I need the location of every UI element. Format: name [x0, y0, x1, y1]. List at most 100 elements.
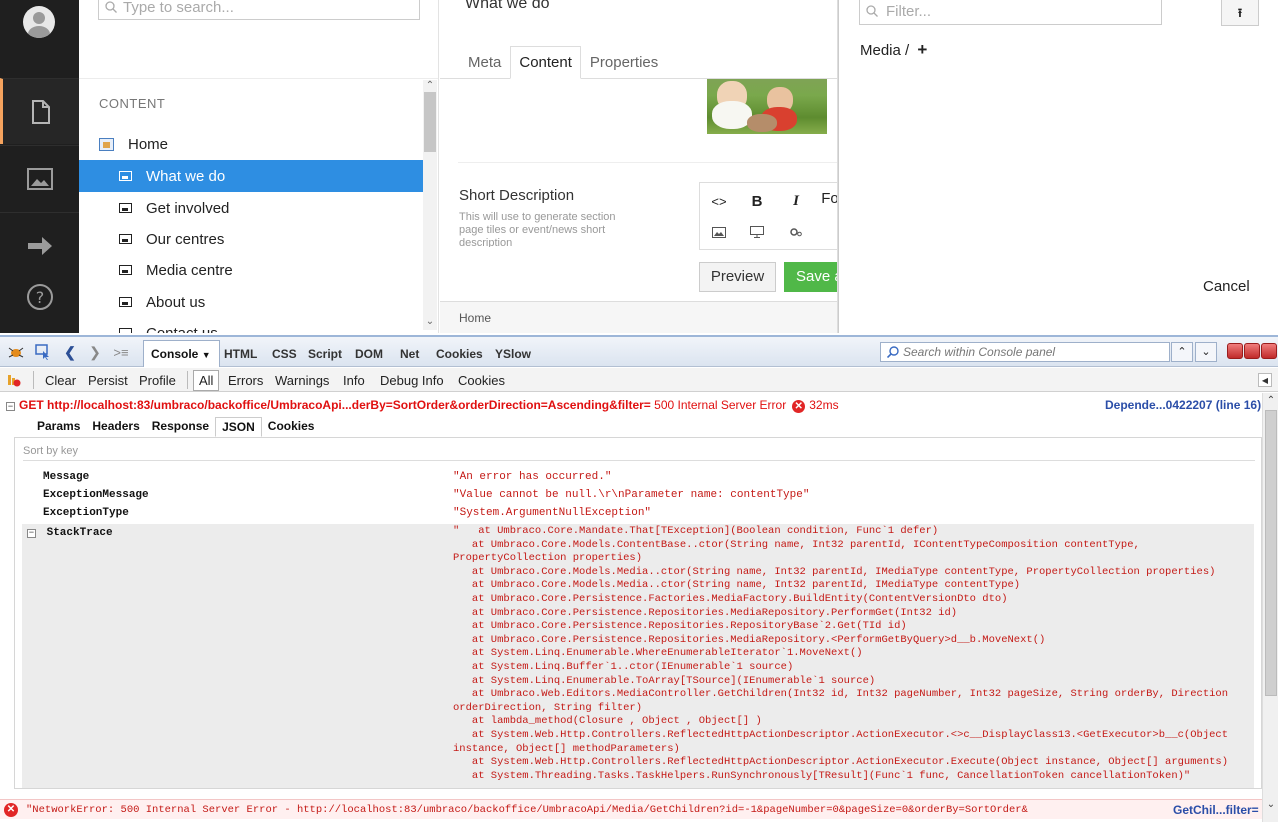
console-scrollbar[interactable]: ⌃ ⌄ — [1262, 393, 1278, 822]
content-tree-panel: Type to search... CONTENT Home What we d… — [79, 0, 439, 333]
request-status: 500 Internal Server Error — [654, 398, 787, 412]
tree-item-what-we-do[interactable]: What we do — [79, 160, 423, 192]
tab-content[interactable]: Content — [510, 46, 581, 79]
filter-info[interactable]: Info — [343, 373, 365, 388]
preview-button[interactable]: Preview — [699, 262, 776, 292]
media-root-link[interactable]: Media / — [860, 42, 909, 59]
expand-panel-icon[interactable]: ◀ — [1258, 373, 1272, 387]
json-key-exception-message: ExceptionMessage — [43, 489, 149, 501]
tab-console-label: Console — [151, 347, 199, 361]
tab-console[interactable]: Console ▼ — [143, 340, 220, 367]
avatar[interactable] — [23, 6, 55, 38]
source-code-button[interactable]: <> — [703, 186, 735, 216]
request-source-link[interactable]: Depende...0422207 (line 16) — [1105, 398, 1261, 412]
profile-button[interactable]: Profile — [139, 373, 176, 388]
tab-meta[interactable]: Meta — [459, 46, 510, 79]
console-search-placeholder: Search within Console panel — [903, 345, 1056, 359]
tab-headers[interactable]: Headers — [86, 417, 145, 437]
tree-item-about-us[interactable]: About us — [79, 286, 423, 318]
detach-icon[interactable] — [1244, 343, 1260, 359]
divider — [23, 460, 1255, 461]
firebug-devtools: ❮ ❯ >≡ Console ▼ HTML CSS Script DOM Net… — [0, 335, 1278, 822]
scroll-up-icon[interactable]: ⌃ — [1263, 395, 1278, 406]
firebug-bug-icon[interactable] — [8, 344, 24, 360]
bold-button[interactable]: B — [741, 186, 773, 216]
clear-button[interactable]: Clear — [45, 373, 76, 388]
tab-script[interactable]: Script — [308, 347, 342, 361]
collapse-icon[interactable]: − — [27, 529, 36, 538]
filter-errors[interactable]: Errors — [228, 373, 263, 388]
macro-icon[interactable] — [780, 217, 812, 247]
tab-yslow[interactable]: YSlow — [495, 347, 531, 361]
tab-json[interactable]: JSON — [215, 417, 262, 437]
filter-warnings[interactable]: Warnings — [275, 373, 329, 388]
sort-by-key-toggle[interactable]: Sort by key — [23, 445, 78, 457]
media-thumbnail[interactable] — [707, 79, 827, 134]
scroll-down-icon[interactable]: ⌄ — [1263, 799, 1278, 810]
back-icon[interactable]: ❮ — [62, 344, 78, 360]
network-error-row[interactable]: ✕ "NetworkError: 500 Internal Server Err… — [0, 799, 1262, 819]
request-row[interactable]: − GET http://localhost:83/umbraco/backoff… — [6, 398, 839, 413]
tab-html[interactable]: HTML — [224, 347, 257, 361]
minimize-icon[interactable] — [1227, 343, 1243, 359]
search-next-icon[interactable]: ⌄ — [1195, 342, 1217, 362]
json-value-exception-type: "System.ArgumentNullException" — [453, 507, 652, 519]
help-nav[interactable]: ? — [0, 264, 79, 330]
forward-icon[interactable]: ❯ — [87, 344, 103, 360]
tab-response[interactable]: Response — [146, 417, 215, 437]
tab-properties[interactable]: Properties — [581, 46, 667, 79]
tree-item-label: Contact us — [146, 324, 218, 334]
collapse-icon[interactable]: − — [6, 402, 15, 411]
tab-response-cookies[interactable]: Cookies — [262, 417, 321, 437]
error-icon: ✕ — [4, 803, 18, 817]
media-section-nav[interactable] — [0, 145, 79, 211]
network-error-source-link[interactable]: GetChil...filter= — [1173, 803, 1259, 817]
network-error-text: "NetworkError: 500 Internal Server Error… — [26, 804, 1028, 816]
tree-search-input[interactable]: Type to search... — [98, 0, 420, 20]
italic-button[interactable]: I — [780, 186, 812, 216]
page-icon — [119, 297, 132, 307]
request-method: GET — [19, 398, 44, 412]
editor-tabs: Meta Content Properties — [459, 46, 667, 79]
tab-cookies[interactable]: Cookies — [436, 347, 483, 361]
close-icon[interactable] — [1261, 343, 1277, 359]
filter-cookies[interactable]: Cookies — [458, 373, 505, 388]
add-folder-icon[interactable]: + — [917, 40, 927, 59]
scroll-up-icon[interactable]: ⌃ — [424, 80, 436, 92]
tree-item-label: Home — [128, 135, 169, 153]
content-section-nav[interactable] — [0, 78, 79, 144]
tree-item-get-involved[interactable]: Get involved — [79, 192, 423, 224]
tree-item-home[interactable]: Home — [79, 128, 423, 160]
cancel-button[interactable]: Cancel — [1203, 278, 1250, 295]
console-scrollbar-thumb[interactable] — [1265, 410, 1277, 696]
tree-section-title: CONTENT — [99, 96, 166, 111]
search-prev-icon[interactable]: ⌃ — [1171, 342, 1193, 362]
tree-item-our-centres[interactable]: Our centres — [79, 223, 423, 255]
insert-image-icon[interactable] — [703, 217, 735, 247]
console-options-icon[interactable] — [6, 372, 22, 388]
upload-icon: ⭱ — [1237, 6, 1243, 20]
tab-params[interactable]: Params — [31, 417, 86, 437]
command-line-icon[interactable]: >≡ — [113, 344, 129, 360]
format-dropdown[interactable]: Fo — [814, 183, 837, 213]
filter-debug-info[interactable]: Debug Info — [380, 373, 444, 388]
tab-dom[interactable]: DOM — [355, 347, 383, 361]
tree-item-label: Our centres — [146, 230, 225, 248]
json-value-exception-message: "Value cannot be null.\r\nParameter name… — [453, 489, 810, 501]
scroll-down-icon[interactable]: ⌄ — [424, 316, 436, 328]
tab-net[interactable]: Net — [400, 347, 419, 361]
tree-item-contact-us[interactable]: Contact us — [79, 317, 423, 333]
editor-breadcrumb[interactable]: Home — [440, 301, 837, 333]
tree-scrollbar-thumb[interactable] — [424, 92, 436, 152]
persist-button[interactable]: Persist — [88, 373, 128, 388]
console-search-input[interactable]: Search within Console panel — [880, 342, 1170, 362]
json-key-stacktrace[interactable]: − StackTrace — [27, 527, 113, 539]
upload-button[interactable]: ⭱ — [1221, 0, 1259, 26]
filter-all[interactable]: All — [193, 370, 220, 391]
media-filter-input[interactable]: Filter... — [859, 0, 1162, 25]
tree-item-media-centre[interactable]: Media centre — [79, 254, 423, 286]
tab-css[interactable]: CSS — [272, 347, 297, 361]
save-publish-button[interactable]: Save a — [784, 262, 837, 292]
embed-media-icon[interactable] — [741, 217, 773, 247]
inspect-element-icon[interactable] — [35, 344, 51, 360]
